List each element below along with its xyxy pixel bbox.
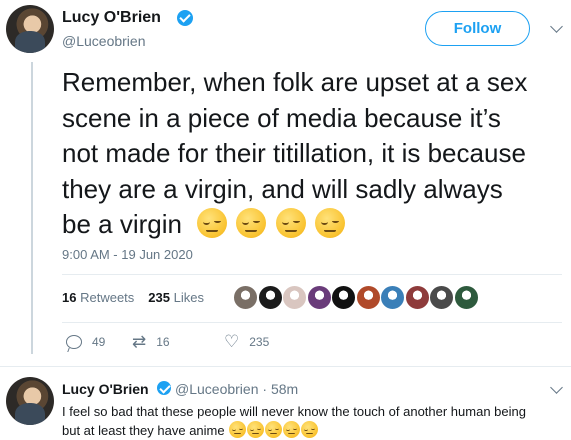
reply-icon [66,335,82,349]
pensive-face-emoji-icon [197,208,228,238]
pensive-face-emoji-icon [283,421,301,438]
author-name[interactable]: Lucy O'Brien [62,9,161,27]
divider [0,366,571,367]
retweets-label: Retweets [80,290,135,305]
verified-badge-icon [157,381,171,395]
reply-text-line: I feel so bad that these people will nev… [62,404,526,419]
pensive-face-emoji-icon [229,421,247,438]
reply-author-name[interactable]: Lucy O'Brien [62,381,149,397]
tweet-text-line: Remember, when folk are upset at a sex [62,67,528,97]
liker-avatar[interactable] [404,285,430,310]
divider [62,322,562,323]
heart-icon: ♡ [224,332,240,351]
pensive-face-emoji-icon [236,208,267,238]
tweet-text: Remember, when folk are upset at a sex s… [62,65,562,243]
reply-meta: @Luceobrien · 58m [175,381,298,397]
separator-dot: · [262,381,268,397]
divider [62,274,562,275]
tweet-text-line: not made for their titillation, it is be… [62,138,526,168]
author-handle[interactable]: @Luceobrien [62,33,146,49]
author-avatar[interactable] [6,5,54,53]
likes-label: Likes [173,290,204,305]
like-action[interactable]: ♡ 235 [224,332,270,351]
reply-text: I feel so bad that these people will nev… [62,402,562,440]
liker-avatar[interactable] [453,285,479,310]
verified-badge-icon [177,10,193,26]
emoji-group [195,208,345,239]
liker-avatar[interactable] [282,285,307,310]
retweet-icon: ⇄ [132,332,147,351]
reply-count: 49 [92,335,106,349]
pensive-face-emoji-icon [301,421,319,438]
reply-action[interactable]: 49 [66,335,105,349]
reply-text-line-last: but at least they have anime [62,421,562,440]
tweet-timestamp[interactable]: 9:00 AM - 19 Jun 2020 [62,247,193,262]
reply-text-line: but at least they have anime [62,423,225,438]
tweet-text-line: scene in a piece of media because it’s [62,102,501,133]
liker-avatar[interactable] [429,285,454,310]
liker-avatar[interactable] [233,285,258,310]
retweets-count: 16 [62,290,77,305]
liker-avatar[interactable] [306,285,332,310]
retweet-count: 16 [156,335,170,349]
reply-author-avatar[interactable] [6,377,54,425]
pensive-face-emoji-icon [275,208,306,238]
pensive-face-emoji-icon [265,421,283,438]
tweet-text-line-last: be a virgin [62,207,562,243]
engagement-stats: 16 Retweets 235 Likes [62,290,204,305]
like-count: 235 [249,335,270,349]
liker-avatar[interactable] [257,285,283,310]
liker-avatar[interactable] [331,285,356,310]
chevron-down-icon[interactable] [550,20,563,33]
pensive-face-emoji-icon [247,421,265,438]
chevron-down-icon[interactable] [550,381,563,394]
liker-avatar[interactable] [380,285,405,310]
reply-time[interactable]: 58m [271,381,298,397]
liker-avatar[interactable] [355,285,381,310]
retweets-stat[interactable]: 16 Retweets [62,290,134,305]
pensive-face-emoji-icon [314,208,345,238]
reply-author-handle[interactable]: @Luceobrien [175,381,259,397]
tweet-text-line: they are a virgin, and will sadly always [62,173,503,204]
retweet-action[interactable]: ⇄ 16 [132,332,170,351]
likes-stat[interactable]: 235 Likes [148,290,204,305]
follow-button[interactable]: Follow [425,11,530,46]
thread-line [31,62,33,354]
likes-count: 235 [148,290,170,305]
tweet-text-line: be a virgin [62,209,182,239]
